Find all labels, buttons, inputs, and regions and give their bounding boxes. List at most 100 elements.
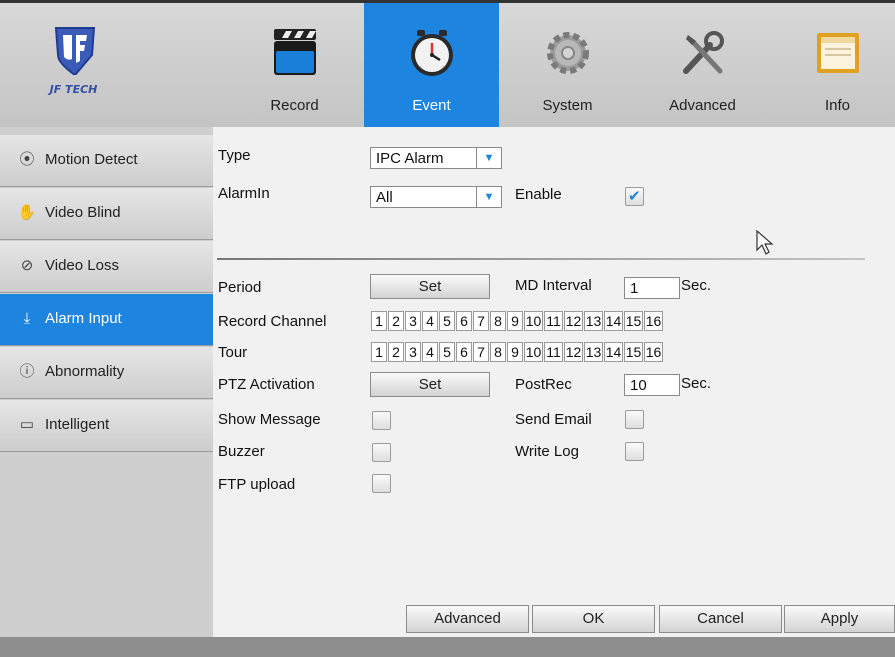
- tour-channel-13[interactable]: 13: [584, 342, 603, 362]
- clapperboard-icon: [274, 29, 316, 75]
- brand-logo: JF TECH: [0, 3, 147, 127]
- record-channel-7[interactable]: 7: [473, 311, 489, 331]
- apply-button[interactable]: Apply: [784, 605, 895, 633]
- md-interval-input[interactable]: 1: [624, 277, 680, 299]
- show-message-checkbox[interactable]: [372, 411, 391, 430]
- alarmin-select[interactable]: All ▼: [370, 186, 502, 208]
- tools-icon: [683, 31, 724, 74]
- chevron-down-icon: ▼: [476, 148, 501, 168]
- sidebar-item-label: Motion Detect: [45, 151, 138, 168]
- tour-channel-15[interactable]: 15: [624, 342, 643, 362]
- sidebar-item-motion-detect[interactable]: ⦿ Motion Detect: [0, 135, 213, 187]
- tour-label: Tour: [218, 344, 248, 361]
- write-log-label: Write Log: [515, 443, 579, 460]
- tour-channel-12[interactable]: 12: [564, 342, 583, 362]
- postrec-unit: Sec.: [681, 375, 712, 392]
- sidebar-item-label: Abnormality: [45, 363, 125, 380]
- no-signal-icon: ⊘: [20, 257, 34, 274]
- enable-checkbox[interactable]: ✔: [625, 187, 644, 206]
- sidebar-item-video-blind[interactable]: ✋ Video Blind: [0, 188, 213, 240]
- record-channel-12[interactable]: 12: [564, 311, 583, 331]
- write-log-checkbox[interactable]: [625, 442, 644, 461]
- sidebar-item-label: Intelligent: [45, 416, 110, 433]
- period-set-button[interactable]: Set: [370, 274, 490, 299]
- record-channel-1[interactable]: 1: [371, 311, 387, 331]
- md-interval-value: 1: [630, 280, 639, 297]
- record-channel-6[interactable]: 6: [456, 311, 472, 331]
- advanced-button[interactable]: Advanced: [406, 605, 529, 633]
- record-channel-14[interactable]: 14: [604, 311, 623, 331]
- record-channel-8[interactable]: 8: [490, 311, 506, 331]
- tab-info[interactable]: Info: [770, 3, 895, 127]
- type-value: IPC Alarm: [376, 150, 444, 167]
- tab-advanced[interactable]: Advanced: [635, 3, 770, 127]
- ok-button[interactable]: OK: [532, 605, 655, 633]
- record-channel-4[interactable]: 4: [422, 311, 438, 331]
- tour-channel-7[interactable]: 7: [473, 342, 489, 362]
- record-channel-2[interactable]: 2: [388, 311, 404, 331]
- postrec-input[interactable]: 10: [624, 374, 680, 396]
- tour-channel-10[interactable]: 10: [524, 342, 543, 362]
- ftp-upload-label: FTP upload: [218, 476, 296, 493]
- type-select[interactable]: IPC Alarm ▼: [370, 147, 502, 169]
- tour-channel-6[interactable]: 6: [456, 342, 472, 362]
- record-channel-5[interactable]: 5: [439, 311, 455, 331]
- record-channel-13[interactable]: 13: [584, 311, 603, 331]
- sidebar-item-video-loss[interactable]: ⊘ Video Loss: [0, 241, 213, 293]
- record-channel-16[interactable]: 16: [644, 311, 663, 331]
- tab-info-label: Info: [824, 97, 851, 114]
- tour-channel-14[interactable]: 14: [604, 342, 623, 362]
- send-email-label: Send Email: [515, 411, 592, 428]
- alarmin-value: All: [376, 189, 393, 206]
- tour-channel-11[interactable]: 11: [544, 342, 563, 362]
- buzzer-label: Buzzer: [218, 443, 265, 460]
- record-channel-9[interactable]: 9: [507, 311, 523, 331]
- tab-advanced-label: Advanced: [669, 97, 736, 114]
- record-channel-11[interactable]: 11: [544, 311, 563, 331]
- tab-record-label: Record: [270, 97, 319, 114]
- info-icon: ⓘ: [19, 363, 35, 380]
- motion-icon: ⦿: [19, 151, 35, 168]
- enable-label: Enable: [515, 186, 562, 203]
- gear-icon: [547, 32, 589, 74]
- brand-logo-text: JF TECH: [49, 83, 98, 96]
- ptz-set-button[interactable]: Set: [370, 372, 490, 397]
- type-label: Type: [218, 147, 251, 164]
- sidebar: ⦿ Motion Detect ✋ Video Blind ⊘ Video Lo…: [0, 127, 213, 637]
- sidebar-item-abnormality[interactable]: ⓘ Abnormality: [0, 347, 213, 399]
- alarm-input-settings-panel: Type IPC Alarm ▼ AlarmIn All ▼ Enable ✔ …: [213, 127, 895, 637]
- sidebar-item-alarm-input[interactable]: ⤓ Alarm Input: [0, 294, 213, 346]
- record-channel-15[interactable]: 15: [624, 311, 643, 331]
- period-label: Period: [218, 279, 262, 296]
- sidebar-item-intelligent[interactable]: ▭ Intelligent: [0, 400, 213, 452]
- tour-channel-1[interactable]: 1: [371, 342, 387, 362]
- monitor-small-icon: ▭: [19, 416, 35, 433]
- tour-channel-16[interactable]: 16: [644, 342, 663, 362]
- top-navigation-bar: JF TECH Record Event System Advanced Inf…: [0, 0, 895, 127]
- tour-channel-4[interactable]: 4: [422, 342, 438, 362]
- bottom-status-bar: [0, 637, 895, 657]
- tab-system[interactable]: System: [500, 3, 635, 127]
- sidebar-item-label: Video Loss: [45, 257, 119, 274]
- ftp-upload-checkbox[interactable]: [372, 474, 391, 493]
- md-interval-unit: Sec.: [681, 277, 712, 294]
- tour-channel-3[interactable]: 3: [405, 342, 421, 362]
- alarmin-label: AlarmIn: [218, 185, 270, 202]
- tour-channel-5[interactable]: 5: [439, 342, 455, 362]
- record-channel-3[interactable]: 3: [405, 311, 421, 331]
- tour-channel-9[interactable]: 9: [507, 342, 523, 362]
- tab-event[interactable]: Event: [364, 3, 499, 127]
- sidebar-item-label: Alarm Input: [45, 310, 122, 327]
- tour-channel-2[interactable]: 2: [388, 342, 404, 362]
- tour-channel-8[interactable]: 8: [490, 342, 506, 362]
- record-channel-10[interactable]: 10: [524, 311, 543, 331]
- section-divider: [217, 258, 865, 260]
- buzzer-checkbox[interactable]: [372, 443, 391, 462]
- chevron-down-icon: ▼: [476, 187, 501, 207]
- tab-system-label: System: [542, 97, 593, 114]
- ptz-activation-label: PTZ Activation: [218, 376, 315, 393]
- cancel-button[interactable]: Cancel: [659, 605, 782, 633]
- tab-record[interactable]: Record: [227, 3, 362, 127]
- send-email-checkbox[interactable]: [625, 410, 644, 429]
- record-channel-label: Record Channel: [218, 313, 327, 330]
